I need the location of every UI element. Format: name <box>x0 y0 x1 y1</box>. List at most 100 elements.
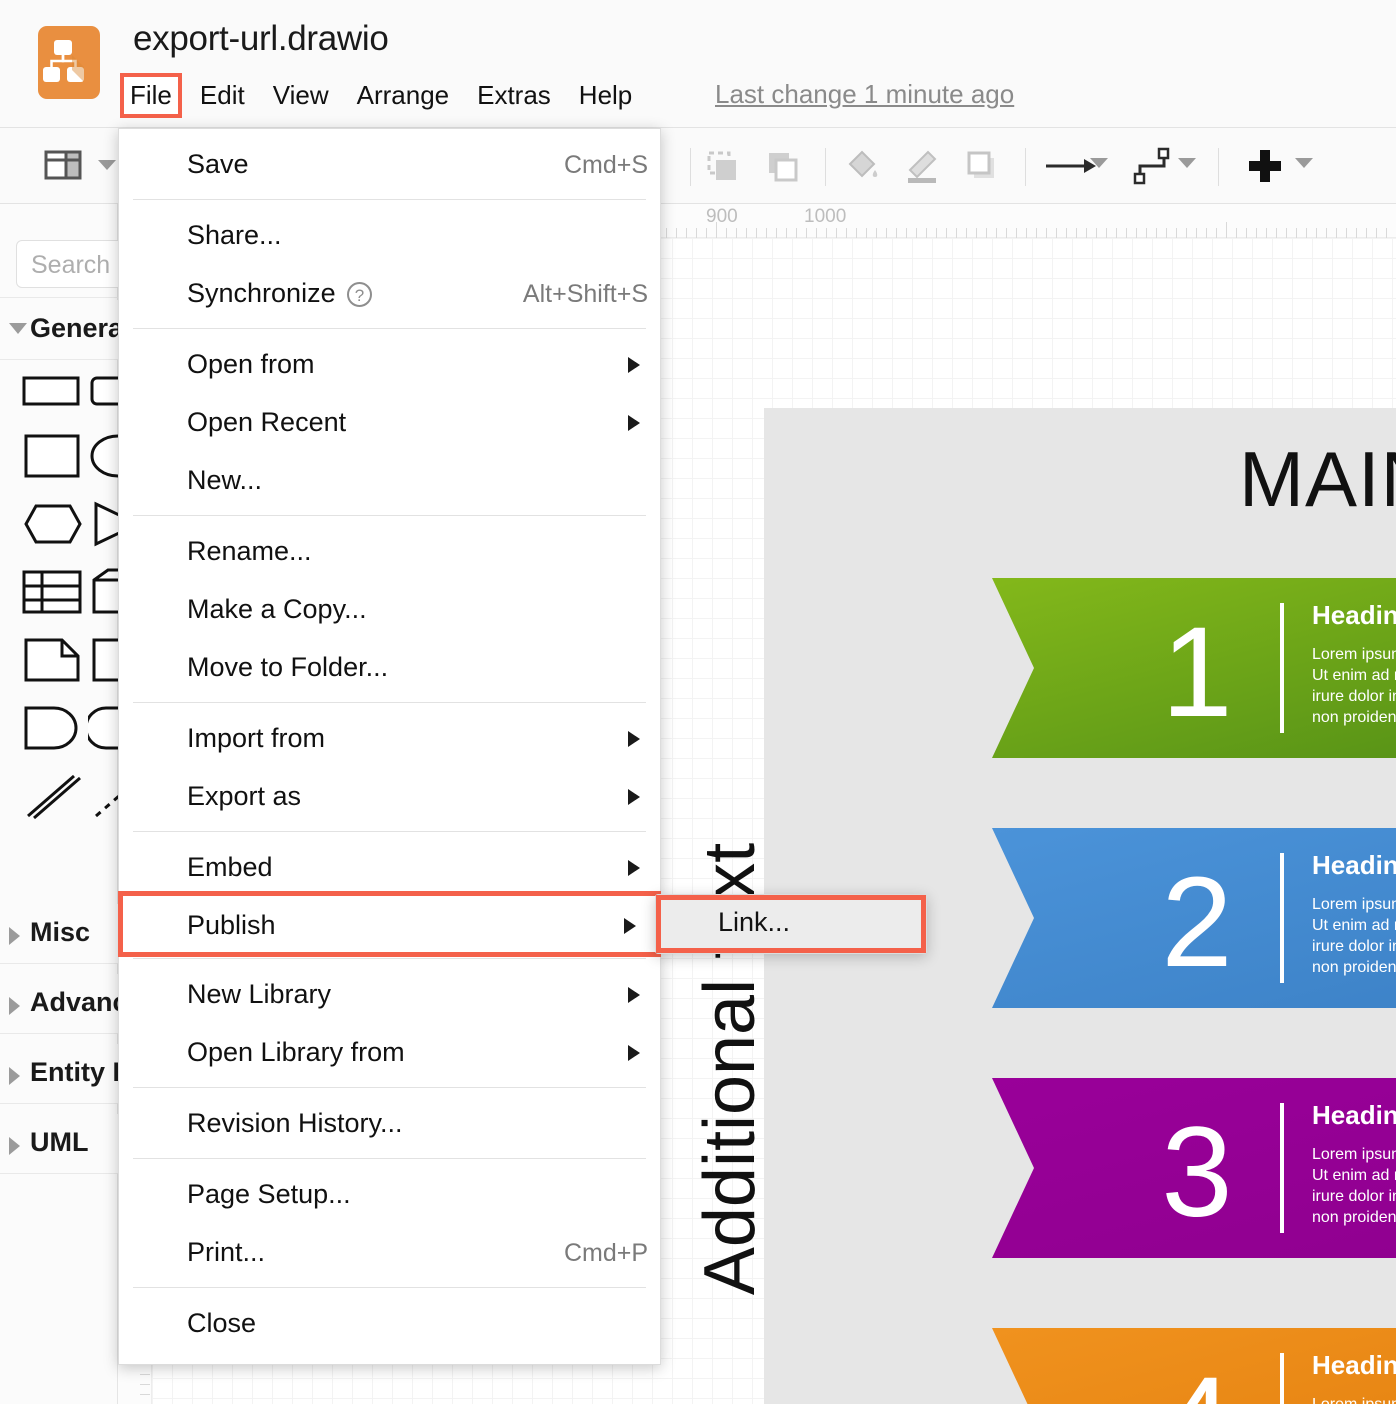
rectangle-shape[interactable] <box>20 360 82 422</box>
submenu-highlight <box>661 900 921 948</box>
shape-grid <box>0 360 118 820</box>
banner-divider <box>1280 603 1284 733</box>
panel-layout-icon[interactable] <box>40 146 86 184</box>
to-front-icon[interactable] <box>700 144 744 188</box>
menu-separator <box>133 958 646 959</box>
banner-row[interactable]: 2 Heading Lorem ipsum dolor sit amet, co… <box>992 828 1396 1008</box>
chevron-down-icon[interactable] <box>98 160 116 170</box>
sidebar-section-advanced[interactable]: Advanced <box>0 974 118 1034</box>
sidebar-section-general[interactable]: General <box>0 300 118 360</box>
chevron-right-icon <box>9 997 20 1015</box>
menu-item-make-a-copy[interactable]: Make a Copy... <box>119 580 660 638</box>
menu-item-label: Revision History... <box>187 1108 403 1139</box>
menu-separator <box>133 328 646 329</box>
menu-item-label: Synchronize <box>187 278 336 309</box>
shape-panel: Search Shapes General <box>0 204 118 1404</box>
menu-item-open-library-from[interactable]: Open Library from <box>119 1023 660 1081</box>
menu-item-synchronize[interactable]: Synchronize ? Alt+Shift+S <box>119 264 660 322</box>
menu-separator <box>133 1158 646 1159</box>
toolbar-divider <box>690 148 691 186</box>
terminator-shape[interactable] <box>20 700 82 762</box>
menu-item-page-setup[interactable]: Page Setup... <box>119 1165 660 1223</box>
menu-edit[interactable]: Edit <box>200 77 245 114</box>
help-icon[interactable]: ? <box>347 282 372 307</box>
banner-row[interactable]: 3 Heading Lorem ipsum dolor sit amet, co… <box>992 1078 1396 1258</box>
sidebar-section-misc[interactable]: Misc <box>0 904 118 964</box>
chevron-right-icon <box>628 415 640 431</box>
menu-help[interactable]: Help <box>579 77 632 114</box>
banner-row[interactable]: 4 Heading Lorem ipsum dolor sit amet, co… <box>992 1328 1396 1404</box>
menu-item-print[interactable]: Print... Cmd+P <box>119 1223 660 1281</box>
menu-item-embed[interactable]: Embed <box>119 838 660 896</box>
menu-item-open-recent[interactable]: Open Recent <box>119 393 660 451</box>
menu-item-label: New Library <box>187 979 331 1010</box>
ruler-label: 1000 <box>804 206 846 228</box>
menu-item-close[interactable]: Close <box>119 1294 660 1352</box>
menu-view[interactable]: View <box>273 77 329 114</box>
shadow-icon[interactable] <box>960 144 1004 188</box>
diagram-main-heading: MAIN <box>1239 434 1396 525</box>
menu-item-export-as[interactable]: Export as <box>119 767 660 825</box>
chevron-right-icon <box>9 1137 20 1155</box>
menu-item-label: Page Setup... <box>187 1179 351 1210</box>
menu-arrange[interactable]: Arrange <box>357 77 450 114</box>
table-shape[interactable] <box>20 564 82 626</box>
menu-item-shortcut: Cmd+P <box>564 1239 648 1268</box>
menu-extras[interactable]: Extras <box>477 77 551 114</box>
menu-item-import-from[interactable]: Import from <box>119 709 660 767</box>
menu-item-revision-history[interactable]: Revision History... <box>119 1094 660 1152</box>
toolbar-divider <box>1218 148 1219 186</box>
banner-divider <box>1280 853 1284 983</box>
sidebar-section-entity-relation[interactable]: Entity Relation <box>0 1044 118 1104</box>
hexagon-shape[interactable] <box>20 496 82 558</box>
banner-number: 1 <box>1132 584 1262 762</box>
line-shape[interactable] <box>20 768 82 830</box>
menu-item-label: Embed <box>187 852 273 883</box>
menu-separator <box>133 199 646 200</box>
chevron-right-icon <box>628 357 640 373</box>
file-menu-dropdown[interactable]: Save Cmd+S Share... Synchronize ? Alt+Sh… <box>118 128 661 1365</box>
menu-separator <box>133 702 646 703</box>
last-change-link[interactable]: Last change 1 minute ago <box>715 79 1014 110</box>
line-color-icon[interactable] <box>900 144 944 188</box>
banner-number: 4 <box>1132 1334 1262 1404</box>
banner-heading: Heading <box>1312 600 1396 631</box>
chevron-down-icon[interactable] <box>1178 158 1196 168</box>
fill-color-icon[interactable] <box>840 144 884 188</box>
menu-item-move-to-folder[interactable]: Move to Folder... <box>119 638 660 696</box>
menu-item-link[interactable]: Link... <box>718 907 790 938</box>
sidebar-section-label: Misc <box>30 917 90 948</box>
menu-item-publish[interactable]: Publish <box>123 896 656 952</box>
document-shape[interactable] <box>20 632 82 694</box>
menu-item-new[interactable]: New... <box>119 451 660 509</box>
menu-item-save[interactable]: Save Cmd+S <box>119 135 660 193</box>
insert-plus-icon[interactable] <box>1240 144 1284 188</box>
menu-bar: FileEditViewArrangeExtrasHelp <box>130 77 660 119</box>
menu-item-label: Rename... <box>187 536 312 567</box>
banner-number: 2 <box>1132 834 1262 1012</box>
chevron-down-icon[interactable] <box>1295 158 1313 168</box>
menu-separator <box>133 831 646 832</box>
chevron-right-icon <box>628 731 640 747</box>
menu-item-new-library[interactable]: New Library <box>119 965 660 1023</box>
menu-separator <box>133 1287 646 1288</box>
menu-item-shortcut: Cmd+S <box>564 151 648 180</box>
menu-item-share[interactable]: Share... <box>119 206 660 264</box>
toolbar-divider <box>825 148 826 186</box>
menu-file[interactable]: File <box>124 77 178 114</box>
banner-row[interactable]: 1 Heading Lorem ipsum dolor sit amet, co… <box>992 578 1396 758</box>
chevron-down-icon[interactable] <box>1090 158 1108 168</box>
chevron-right-icon <box>628 860 640 876</box>
to-back-icon[interactable] <box>760 144 804 188</box>
title-bar: export-url.drawio FileEditViewArrangeExt… <box>0 0 1396 128</box>
chevron-right-icon <box>628 789 640 805</box>
publish-submenu[interactable]: Link... <box>655 894 927 954</box>
square-shape[interactable] <box>20 428 82 490</box>
sidebar-section-uml[interactable]: UML <box>0 1114 118 1174</box>
toolbar-divider <box>1025 148 1026 186</box>
banner-body: Lorem ipsum dolor sit amet, consecteturU… <box>1312 894 1396 978</box>
banner-divider <box>1280 1103 1284 1233</box>
menu-item-rename[interactable]: Rename... <box>119 522 660 580</box>
menu-item-label: Share... <box>187 220 282 251</box>
menu-item-open-from[interactable]: Open from <box>119 335 660 393</box>
